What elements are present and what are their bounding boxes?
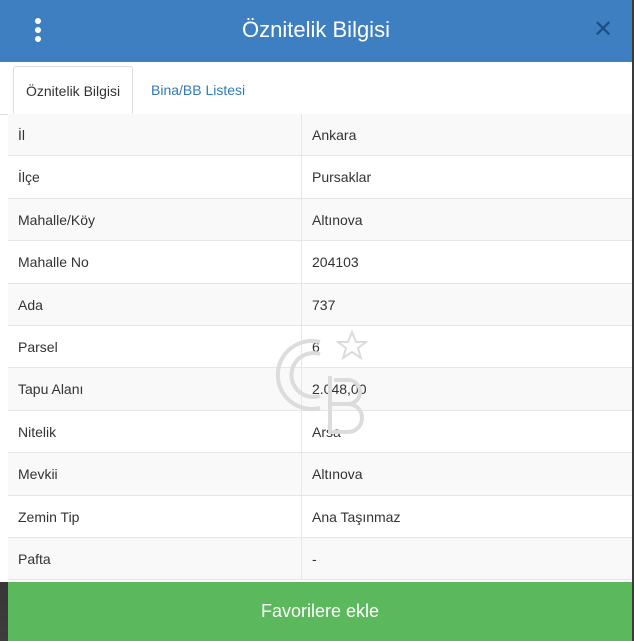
column-divider [301,325,302,368]
attribute-value: 737 [312,296,336,313]
column-divider [301,453,302,495]
column-divider [301,114,302,156]
attribute-value: Altınova [312,211,363,228]
table-row: İl Ankara [8,114,632,157]
attribute-value: Ankara [312,127,357,143]
table-row: Pafta - [8,537,632,581]
attribute-value: 204103 [312,254,359,271]
attribute-key: Tapu Alanı [18,381,84,398]
add-to-favorites-button[interactable]: Favorilere ekle [8,582,632,641]
attribute-modal: Öznitelik Bilgisi ✕ Öznitelik Bilgisi Bi… [0,0,632,641]
tab-building-list[interactable]: Bina/BB Listesi [139,66,257,114]
attribute-key: Pafta [18,550,51,567]
table-row: Mahalle No 204103 [8,241,632,284]
attribute-key: Nitelik [18,423,57,440]
table-row: Mevkii Altınova [8,453,632,496]
close-icon[interactable]: ✕ [590,16,616,44]
attribute-value: - [312,550,317,567]
attribute-value: Arsa [312,423,341,440]
column-divider [301,283,302,325]
attribute-key: İl [18,127,25,143]
column-divider [301,241,302,283]
attribute-key: Parsel [18,338,58,355]
attribute-key: İlçe [18,169,40,186]
attribute-key: Mahalle/Köy [18,211,96,228]
modal-title: Öznitelik Bilgisi [242,17,390,42]
column-divider [301,156,302,198]
table-row: Nitelik Arsa [8,410,632,454]
attribute-value: Pursaklar [312,169,372,186]
table-row: İlçe Pursaklar [8,156,632,199]
modal-header: Öznitelik Bilgisi ✕ [0,0,632,62]
table-row: Parsel 6 [8,325,632,369]
attribute-value: 2.048,00 [312,381,367,398]
attribute-key: Mahalle No [18,254,89,271]
table-row: Ada 737 [8,283,632,326]
table-row: Tapu Alanı 2.048,00 [8,368,632,411]
attribute-key: Ada [18,296,43,313]
column-divider [301,368,302,410]
modal-body: Öznitelik Bilgisi Bina/BB Listesi İl Ank… [0,62,632,582]
table-row: Zemin Tip Ana Taşınmaz [8,495,632,538]
column-divider [301,537,302,580]
attribute-table: İl Ankara İlçe Pursaklar Mahalle/Köy Alt… [8,114,632,581]
attribute-value: Ana Taşınmaz [312,508,401,525]
attribute-value: Altınova [312,466,363,483]
attribute-value: 6 [312,338,320,355]
table-row: Mahalle/Köy Altınova [8,198,632,242]
tab-attribute-info[interactable]: Öznitelik Bilgisi [13,66,134,114]
column-divider [301,198,302,241]
attribute-key: Zemin Tip [18,508,80,525]
attribute-key: Mevkii [18,466,58,483]
column-divider [301,495,302,537]
column-divider [301,410,302,453]
tab-bar: Öznitelik Bilgisi Bina/BB Listesi [0,62,632,115]
